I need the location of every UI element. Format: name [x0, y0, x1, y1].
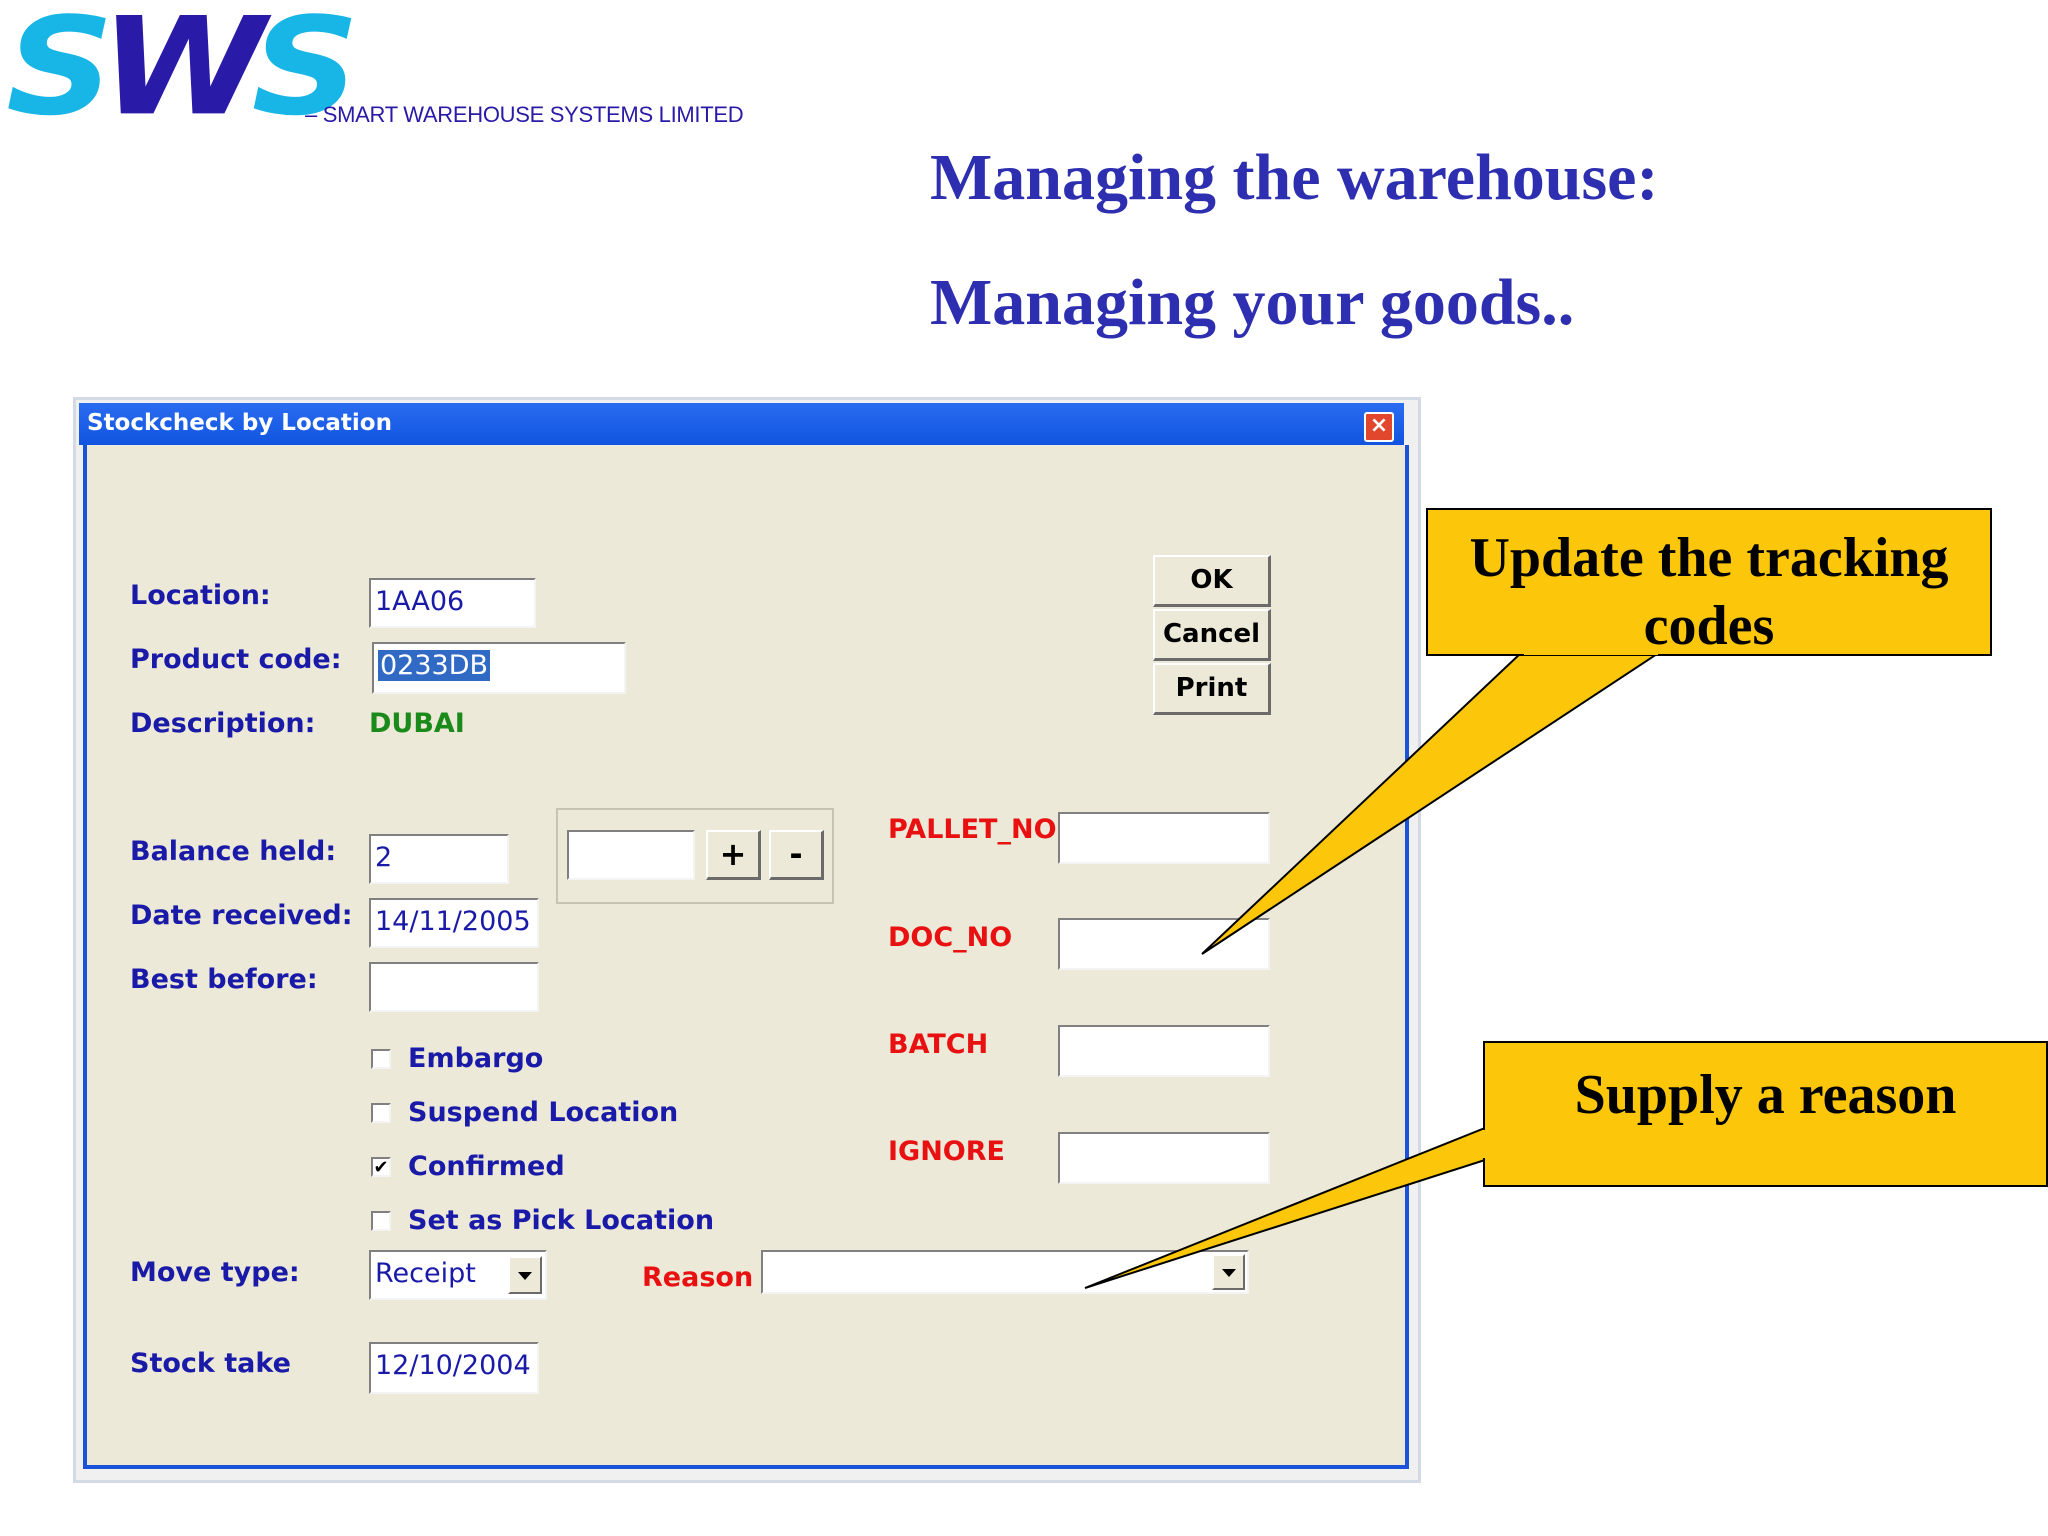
reason-callout: Supply a reason [1483, 1041, 2048, 1187]
suspend-location-checkbox[interactable] [371, 1103, 391, 1123]
headline-1: Managing the warehouse: [930, 141, 1659, 214]
sws-logo: SWS [6, 0, 360, 135]
embargo-checkbox[interactable] [371, 1049, 391, 1069]
reason-select[interactable] [761, 1250, 1249, 1294]
location-input[interactable]: 1AA06 [369, 578, 536, 628]
company-tagline: – SMART WAREHOUSE SYSTEMS LIMITED [305, 102, 744, 127]
pallet-no-label: PALLET_NO [888, 814, 1057, 845]
stock-take-input[interactable]: 12/10/2004 [369, 1342, 539, 1394]
cancel-button[interactable]: Cancel [1153, 609, 1271, 661]
pallet-no-input[interactable] [1058, 812, 1270, 864]
print-button[interactable]: Print [1153, 663, 1271, 715]
confirmed-label: Confirmed [408, 1151, 565, 1182]
ok-button[interactable]: OK [1153, 555, 1271, 607]
date-received-input[interactable]: 14/11/2005 [369, 898, 539, 948]
plus-button[interactable]: + [706, 830, 761, 880]
location-label: Location: [130, 580, 271, 611]
dialog-title: Stockcheck by Location [87, 410, 392, 436]
minus-button[interactable]: - [769, 830, 824, 880]
balance-held-label: Balance held: [130, 836, 337, 867]
description-label: Description: [130, 708, 316, 739]
pick-location-checkbox[interactable] [371, 1211, 391, 1231]
stock-take-label: Stock take [130, 1348, 291, 1379]
logo-letter-s: S [6, 0, 114, 146]
reason-label: Reason [642, 1262, 754, 1293]
doc-no-label: DOC_NO [888, 922, 1013, 953]
logo-letter-w: W [100, 0, 266, 146]
batch-input[interactable] [1058, 1025, 1270, 1077]
embargo-label: Embargo [408, 1043, 544, 1074]
suspend-location-label: Suspend Location [408, 1097, 679, 1128]
product-code-input[interactable]: 0233DB [372, 642, 626, 694]
doc-no-input[interactable] [1058, 918, 1270, 970]
move-type-label: Move type: [130, 1257, 300, 1288]
move-type-dropdown-icon[interactable] [508, 1256, 542, 1294]
best-before-label: Best before: [130, 964, 318, 995]
headline-2: Managing your goods.. [930, 266, 1575, 339]
ignore-label: IGNORE [888, 1136, 1005, 1167]
tracking-callout: Update the tracking codes [1426, 508, 1992, 657]
close-icon[interactable]: × [1364, 412, 1394, 442]
checkmark-icon: ✔ [373, 1157, 389, 1178]
description-value: DUBAI [369, 708, 465, 739]
product-code-value: 0233DB [378, 650, 491, 681]
reason-callout-seam [1483, 1130, 1487, 1158]
batch-label: BATCH [888, 1029, 989, 1060]
best-before-input[interactable] [369, 962, 539, 1012]
product-code-label: Product code: [130, 644, 342, 675]
pick-location-label: Set as Pick Location [408, 1205, 715, 1236]
balance-held-input[interactable]: 2 [369, 834, 509, 884]
ignore-input[interactable] [1058, 1132, 1270, 1184]
reason-dropdown-icon[interactable] [1212, 1254, 1245, 1290]
confirmed-checkbox[interactable]: ✔ [371, 1157, 391, 1177]
adjust-quantity-input[interactable] [567, 830, 695, 880]
tracking-callout-seam [1524, 651, 1658, 655]
date-received-label: Date received: [130, 900, 353, 931]
